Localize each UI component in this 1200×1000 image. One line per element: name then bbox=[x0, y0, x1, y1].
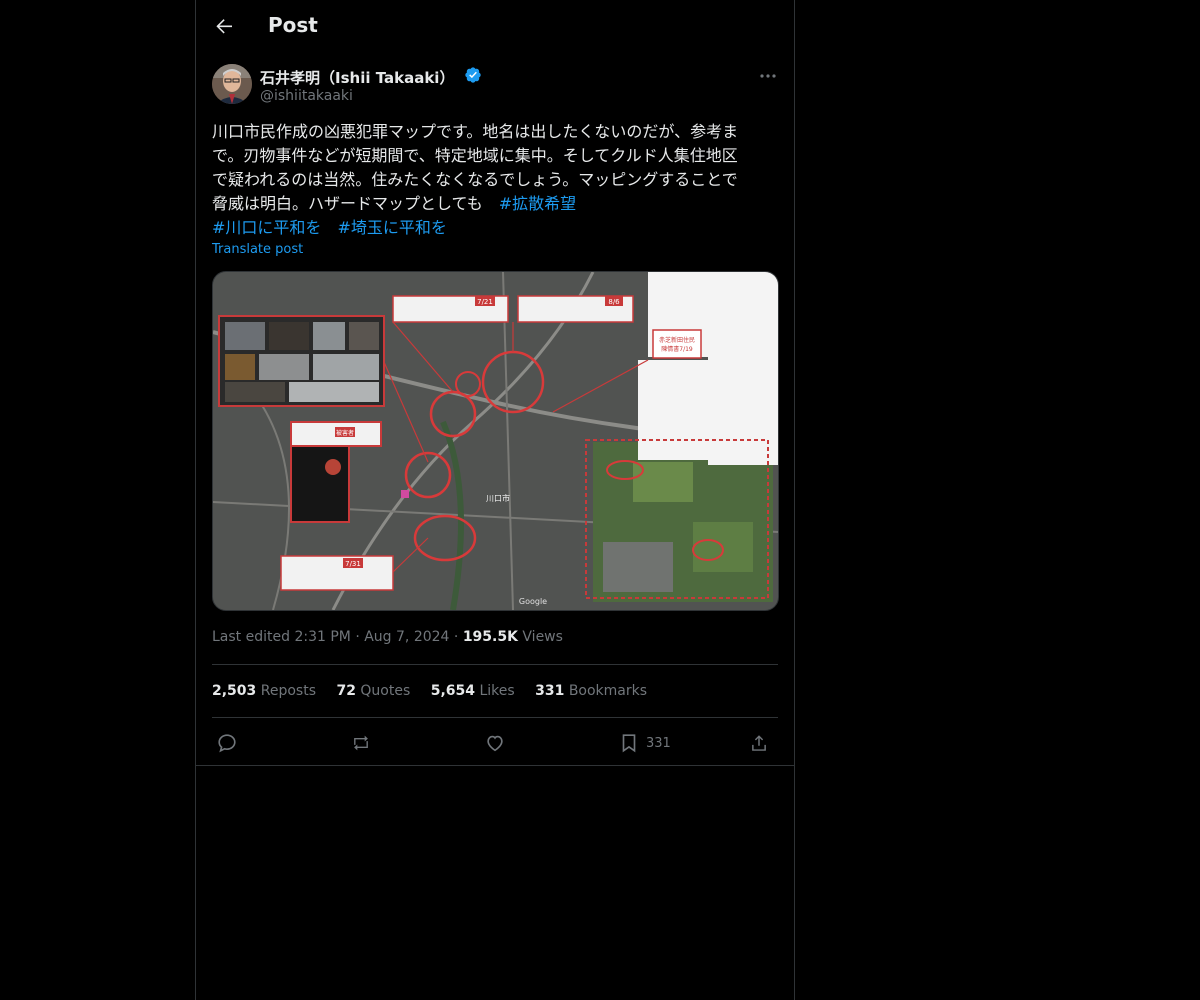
like-icon bbox=[487, 735, 503, 752]
main-column: Post 石井孝明（Ishii Takaaki） @ishiitakaaki 川… bbox=[195, 0, 795, 1000]
bookmark-icon bbox=[622, 734, 636, 753]
engagement-stats: 2,503 Reposts 72 Quotes 5,654 Likes 331 … bbox=[212, 683, 663, 699]
post-text: 川口市民作成の凶悪犯罪マップです。地名は出したくないのだが、参考ま で。刃物事件… bbox=[212, 120, 778, 240]
views-label: Views bbox=[522, 629, 563, 645]
display-name[interactable]: 石井孝明（Ishii Takaaki） bbox=[260, 67, 454, 88]
reposts-stat[interactable]: 2,503 Reposts bbox=[212, 683, 316, 699]
hashtag-link[interactable]: #拡散希望 bbox=[499, 194, 576, 213]
likes-count: 5,654 bbox=[430, 683, 475, 699]
verified-icon[interactable] bbox=[464, 66, 482, 88]
quotes-count: 72 bbox=[336, 683, 356, 699]
like-button[interactable] bbox=[484, 730, 506, 756]
reply-button[interactable] bbox=[216, 730, 238, 756]
divider bbox=[196, 765, 794, 766]
media-red-note: 赤芝新田住民 bbox=[659, 336, 695, 344]
hashtag-link[interactable]: #川口に平和を bbox=[212, 218, 321, 237]
media-stamp: 7/31 bbox=[345, 560, 361, 568]
more-button[interactable] bbox=[758, 66, 778, 86]
reposts-count: 2,503 bbox=[212, 683, 257, 699]
media-stamp: 7/21 bbox=[477, 298, 493, 306]
quotes-label: Quotes bbox=[360, 683, 411, 699]
post-text-line: 脅威は明白。ハザードマップとしても bbox=[212, 194, 499, 213]
user-handle[interactable]: @ishiitakaaki bbox=[260, 88, 353, 104]
bookmarks-stat[interactable]: 331 Bookmarks bbox=[535, 683, 647, 699]
divider bbox=[212, 717, 778, 718]
translate-post-link[interactable]: Translate post bbox=[212, 242, 303, 257]
share-icon bbox=[752, 735, 766, 751]
bookmark-button[interactable]: 331 bbox=[618, 730, 671, 756]
media-red-note: 陳情書7/19 bbox=[661, 345, 693, 353]
quotes-stat[interactable]: 72 Quotes bbox=[336, 683, 410, 699]
share-button[interactable] bbox=[748, 730, 770, 756]
repost-button[interactable] bbox=[350, 730, 372, 756]
reply-icon bbox=[218, 734, 236, 753]
likes-stat[interactable]: 5,654 Likes bbox=[431, 683, 515, 699]
bookmark-count: 331 bbox=[646, 735, 671, 751]
media-google-label: Google bbox=[519, 597, 547, 606]
avatar[interactable] bbox=[212, 64, 252, 104]
hashtag-link[interactable]: #埼玉に平和を bbox=[337, 218, 446, 237]
reposts-label: Reposts bbox=[260, 683, 316, 699]
page-title: Post bbox=[268, 13, 318, 37]
bookmarks-label: Bookmarks bbox=[568, 683, 648, 699]
media-stamp: 8/6 bbox=[608, 298, 620, 306]
post-meta: Last edited 2:31 PM · Aug 7, 2024 · 195.… bbox=[212, 629, 563, 645]
action-bar: 331 bbox=[212, 730, 778, 756]
likes-label: Likes bbox=[479, 683, 515, 699]
post-text-line: 川口市民作成の凶悪犯罪マップです。地名は出したくないのだが、参考ま bbox=[212, 122, 739, 141]
bookmarks-count: 331 bbox=[535, 683, 565, 699]
media-city-label: 川口市 bbox=[486, 493, 510, 503]
post-text-line: で。刃物事件などが短期間で、特定地域に集中。そしてクルド人集住地区 bbox=[212, 146, 738, 165]
post-text-line: で疑われるのは当然。住みたくなくなるでしょう。マッピングすることで bbox=[212, 170, 738, 189]
back-button[interactable] bbox=[212, 14, 236, 38]
back-arrow-icon bbox=[216, 19, 232, 34]
author-info: 石井孝明（Ishii Takaaki） bbox=[260, 66, 482, 88]
views-count: 195.5K bbox=[462, 629, 518, 645]
repost-icon bbox=[354, 735, 368, 751]
meta-separator: · bbox=[355, 629, 365, 645]
divider bbox=[212, 664, 778, 665]
media-stamp: 被害者 bbox=[336, 429, 354, 437]
more-icon bbox=[760, 74, 776, 78]
edited-time[interactable]: Last edited 2:31 PM bbox=[212, 629, 351, 645]
post-date[interactable]: Aug 7, 2024 bbox=[364, 629, 449, 645]
header: Post bbox=[196, 0, 794, 53]
meta-separator: · bbox=[453, 629, 463, 645]
post-media-image[interactable]: 被害者 7/21 8/6 7/31 赤芝新田住民 陳情書7/19 川口市 Goo… bbox=[212, 271, 779, 611]
